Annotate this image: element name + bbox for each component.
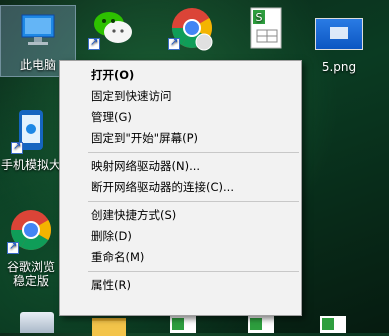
menu-separator [88,271,299,272]
context-menu: 打开(O) 固定到快速访问 管理(G) 固定到"开始"屏幕(P) 映射网络驱动器… [59,60,302,316]
chrome-stable-label-1: 谷歌浏览 [6,260,55,274]
shortcut-arrow-icon [88,36,100,50]
chrome-stable-label-2: 稳定版 [12,274,49,288]
menu-item-properties[interactable]: 属性(R) [60,275,301,296]
spreadsheet-desktop-icon-2[interactable] [170,316,196,333]
menu-item-create-shortcut[interactable]: 创建快捷方式(S) [60,205,301,226]
menu-item-map-network-drive[interactable]: 映射网络驱动器(N)... [60,156,301,177]
menu-item-rename[interactable]: 重命名(M) [60,247,301,268]
chrome-icon [7,208,53,254]
png-file-label: 5.png [321,60,357,74]
shortcut-arrow-icon [11,140,23,154]
svg-text:S: S [256,11,263,24]
shortcut-arrow-icon [168,36,180,50]
menu-item-open[interactable]: 打开(O) [60,65,301,86]
phone-emulator-label: 手机模拟大 [0,158,61,172]
folder-desktop-icon[interactable] [92,318,126,336]
spreadsheet-icon: S [249,6,285,50]
image-thumbnail-icon [315,18,363,50]
menu-item-pin-quick-access[interactable]: 固定到快速访问 [60,86,301,107]
shortcut-arrow-icon [7,240,19,254]
chrome-icon [168,6,216,52]
spreadsheet-desktop-icon[interactable]: S [245,6,289,56]
menu-item-disconnect-network-drive[interactable]: 断开网络驱动器的连接(C)... [60,177,301,198]
phone-emulator-desktop-icon[interactable]: 手机模拟大 [0,108,62,178]
spreadsheet-desktop-icon-3[interactable] [248,316,274,333]
menu-item-pin-start[interactable]: 固定到"开始"屏幕(P) [60,128,301,149]
computer-icon [16,12,60,52]
recycle-bin-desktop-icon[interactable] [20,312,54,333]
menu-separator [88,152,299,153]
png-file-desktop-icon[interactable]: 5.png [310,18,368,78]
phone-icon [11,108,49,154]
menu-item-delete[interactable]: 删除(D) [60,226,301,247]
menu-item-manage[interactable]: 管理(G) [60,107,301,128]
menu-separator [88,201,299,202]
chrome-stable-desktop-icon[interactable]: 谷歌浏览 稳定版 [0,208,62,293]
wechat-icon [88,6,136,50]
spreadsheet-desktop-icon-4[interactable] [320,316,346,333]
chrome-desktop-icon[interactable] [165,6,221,56]
wechat-desktop-icon[interactable] [85,6,141,56]
